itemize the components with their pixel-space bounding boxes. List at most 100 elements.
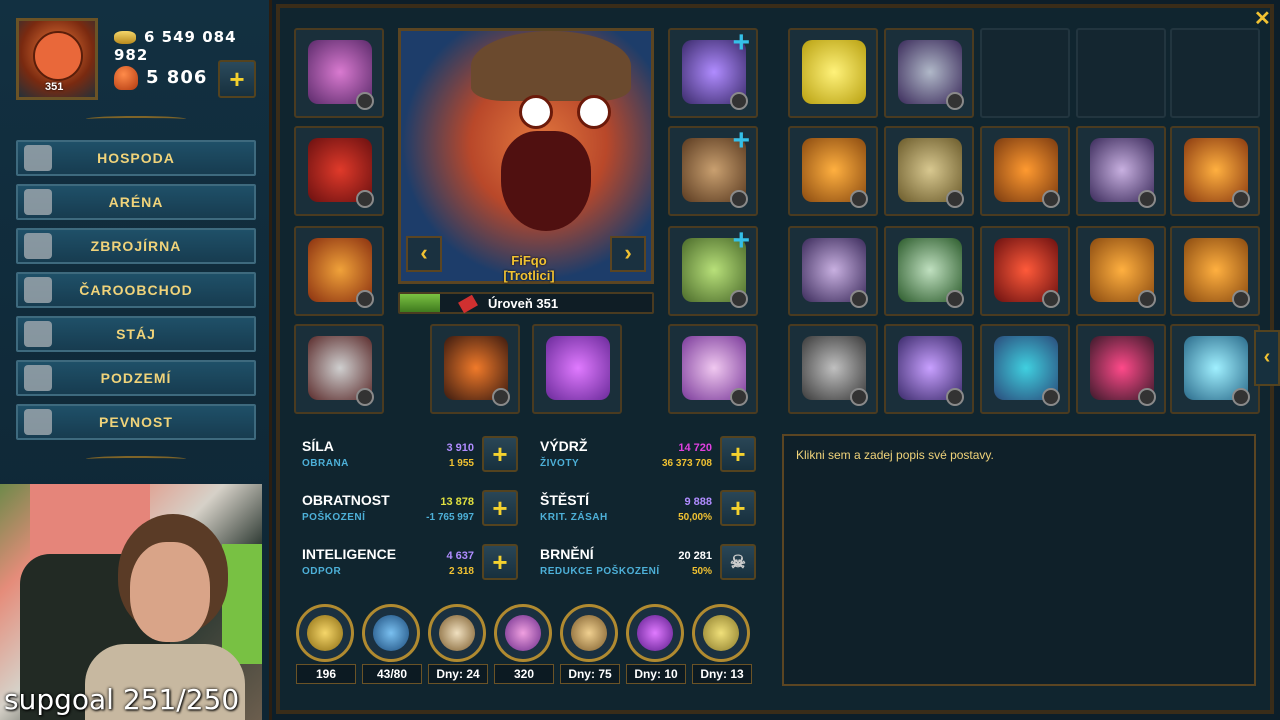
inventory-slot[interactable]: [884, 28, 974, 118]
socket-icon: [356, 290, 374, 308]
equip-slot-potion[interactable]: [532, 324, 622, 414]
ornament-divider: [86, 116, 186, 122]
next-arrow-button[interactable]: ›: [610, 236, 646, 272]
equip-slot-gloves[interactable]: [294, 226, 384, 316]
portrait-level: 351: [45, 81, 64, 93]
treasure-icon: [505, 615, 541, 651]
stat-sub: OBRANA: [302, 458, 349, 469]
badge-yellow-potion[interactable]: [692, 604, 750, 662]
pet-slot-3[interactable]: [668, 224, 758, 316]
equip-slot-weapon[interactable]: [430, 324, 520, 414]
socket-icon: [1232, 190, 1250, 208]
hero-hair: [471, 31, 631, 101]
socket-icon: [946, 92, 964, 110]
stat-dexterity: OBRATNOST POŠKOZENÍ 13 878 -1 765 997: [302, 490, 482, 534]
badge-purple-potion[interactable]: [626, 604, 684, 662]
badge-eagle[interactable]: [428, 604, 486, 662]
mushroom-icon: [114, 66, 138, 90]
stream-goal-text: supgoal 251/250: [4, 683, 240, 716]
stat-sub: ŽIVOTY: [540, 458, 580, 469]
pet-slot-2[interactable]: [668, 124, 758, 216]
buy-mushrooms-button[interactable]: +: [218, 60, 256, 98]
equip-slot-chest[interactable]: [294, 126, 384, 216]
inventory-slot[interactable]: [980, 126, 1070, 216]
menu-item-arena[interactable]: ARÉNA: [16, 184, 256, 220]
inventory-slot[interactable]: [788, 324, 878, 414]
add-luck-button[interactable]: +: [720, 490, 756, 526]
dungeon-icon: [24, 365, 52, 391]
stat-derived: 50%: [691, 566, 712, 577]
inventory-slot[interactable]: [980, 226, 1070, 316]
stat-derived: 50,00%: [678, 512, 712, 523]
pet-slot-1[interactable]: [668, 26, 758, 118]
socket-icon: [1138, 388, 1156, 406]
pet-slot-4[interactable]: [668, 324, 758, 414]
menu-label: PEVNOST: [99, 414, 173, 430]
stat-constitution: VÝDRŽ ŽIVOTY 14 720 36 373 708: [540, 436, 720, 480]
prev-arrow-button[interactable]: ‹: [406, 236, 442, 272]
add-dexterity-button[interactable]: +: [482, 490, 518, 526]
stat-value: 9 888: [684, 496, 712, 508]
menu-label: HOSPODA: [97, 150, 175, 166]
badge-label: 43/80: [362, 664, 422, 684]
badge-label: 320: [494, 664, 554, 684]
stat-value: 13 878: [440, 496, 474, 508]
arena-icon: [24, 189, 52, 215]
socket-icon: [356, 190, 374, 208]
inventory-slot[interactable]: [788, 28, 878, 118]
fortress-icon: [24, 409, 52, 435]
menu-item-staj[interactable]: STÁJ: [16, 316, 256, 352]
menu-item-hospoda[interactable]: HOSPODA: [16, 140, 256, 176]
stat-value: 20 281: [678, 550, 712, 562]
badge-scrapbook[interactable]: [362, 604, 420, 662]
menu-item-podzemi[interactable]: PODZEMÍ: [16, 360, 256, 396]
purple-potion-icon: [637, 615, 673, 651]
add-strength-button[interactable]: +: [482, 436, 518, 472]
inventory-slot[interactable]: [884, 126, 974, 216]
menu-item-pevnost[interactable]: PEVNOST: [16, 404, 256, 440]
badge-treasure[interactable]: [494, 604, 552, 662]
inventory-slot[interactable]: [1076, 126, 1166, 216]
inventory-slot[interactable]: [1170, 126, 1260, 216]
stat-derived: 1 955: [448, 458, 474, 469]
inventory-slot[interactable]: [1076, 324, 1166, 414]
socket-icon: [730, 92, 748, 110]
character-description-field[interactable]: Klikni sem a zadej popis své postavy.: [782, 434, 1256, 686]
socket-icon: [1138, 290, 1156, 308]
equip-slot-head[interactable]: [294, 28, 384, 118]
inventory-slot[interactable]: [1170, 324, 1260, 414]
add-constitution-button[interactable]: +: [720, 436, 756, 472]
menu-item-zbrojirna[interactable]: ZBROJÍRNA: [16, 228, 256, 264]
inventory-slot[interactable]: [1170, 226, 1260, 316]
mushroom-counter: 5 806: [114, 66, 207, 90]
inventory-slot-empty[interactable]: [980, 28, 1070, 118]
inventory-slot[interactable]: [980, 324, 1070, 414]
stat-strength: SÍLA OBRANA 3 910 1 955: [302, 436, 482, 480]
socket-icon: [356, 388, 374, 406]
menu-label: ZBROJÍRNA: [90, 238, 182, 254]
badge-honor[interactable]: [296, 604, 354, 662]
inventory-slot[interactable]: [1076, 226, 1166, 316]
hero-mouth: [501, 131, 591, 231]
inventory-slot-empty[interactable]: [1170, 28, 1260, 118]
inventory-slot[interactable]: [884, 226, 974, 316]
stat-derived: 36 373 708: [661, 458, 712, 469]
magic-shop-icon: [24, 277, 52, 303]
menu-item-caroobchod[interactable]: ČAROOBCHOD: [16, 272, 256, 308]
badge-label: 196: [296, 664, 356, 684]
inventory-slot[interactable]: [788, 126, 878, 216]
badge-scroll[interactable]: [560, 604, 618, 662]
inventory-slot-empty[interactable]: [1076, 28, 1166, 118]
inventory-slot[interactable]: [884, 324, 974, 414]
inventory-slot[interactable]: [788, 226, 878, 316]
player-portrait[interactable]: 351: [16, 18, 98, 100]
menu-label: PODZEMÍ: [100, 370, 172, 386]
equip-slot-mount[interactable]: [294, 324, 384, 414]
socket-icon: [1138, 190, 1156, 208]
socket-icon: [850, 388, 868, 406]
menu-label: STÁJ: [116, 326, 156, 342]
socket-icon: [730, 290, 748, 308]
side-tab-arrow-button[interactable]: ‹: [1254, 330, 1280, 386]
add-intelligence-button[interactable]: +: [482, 544, 518, 580]
stat-name: BRNĚNÍ: [540, 546, 594, 562]
